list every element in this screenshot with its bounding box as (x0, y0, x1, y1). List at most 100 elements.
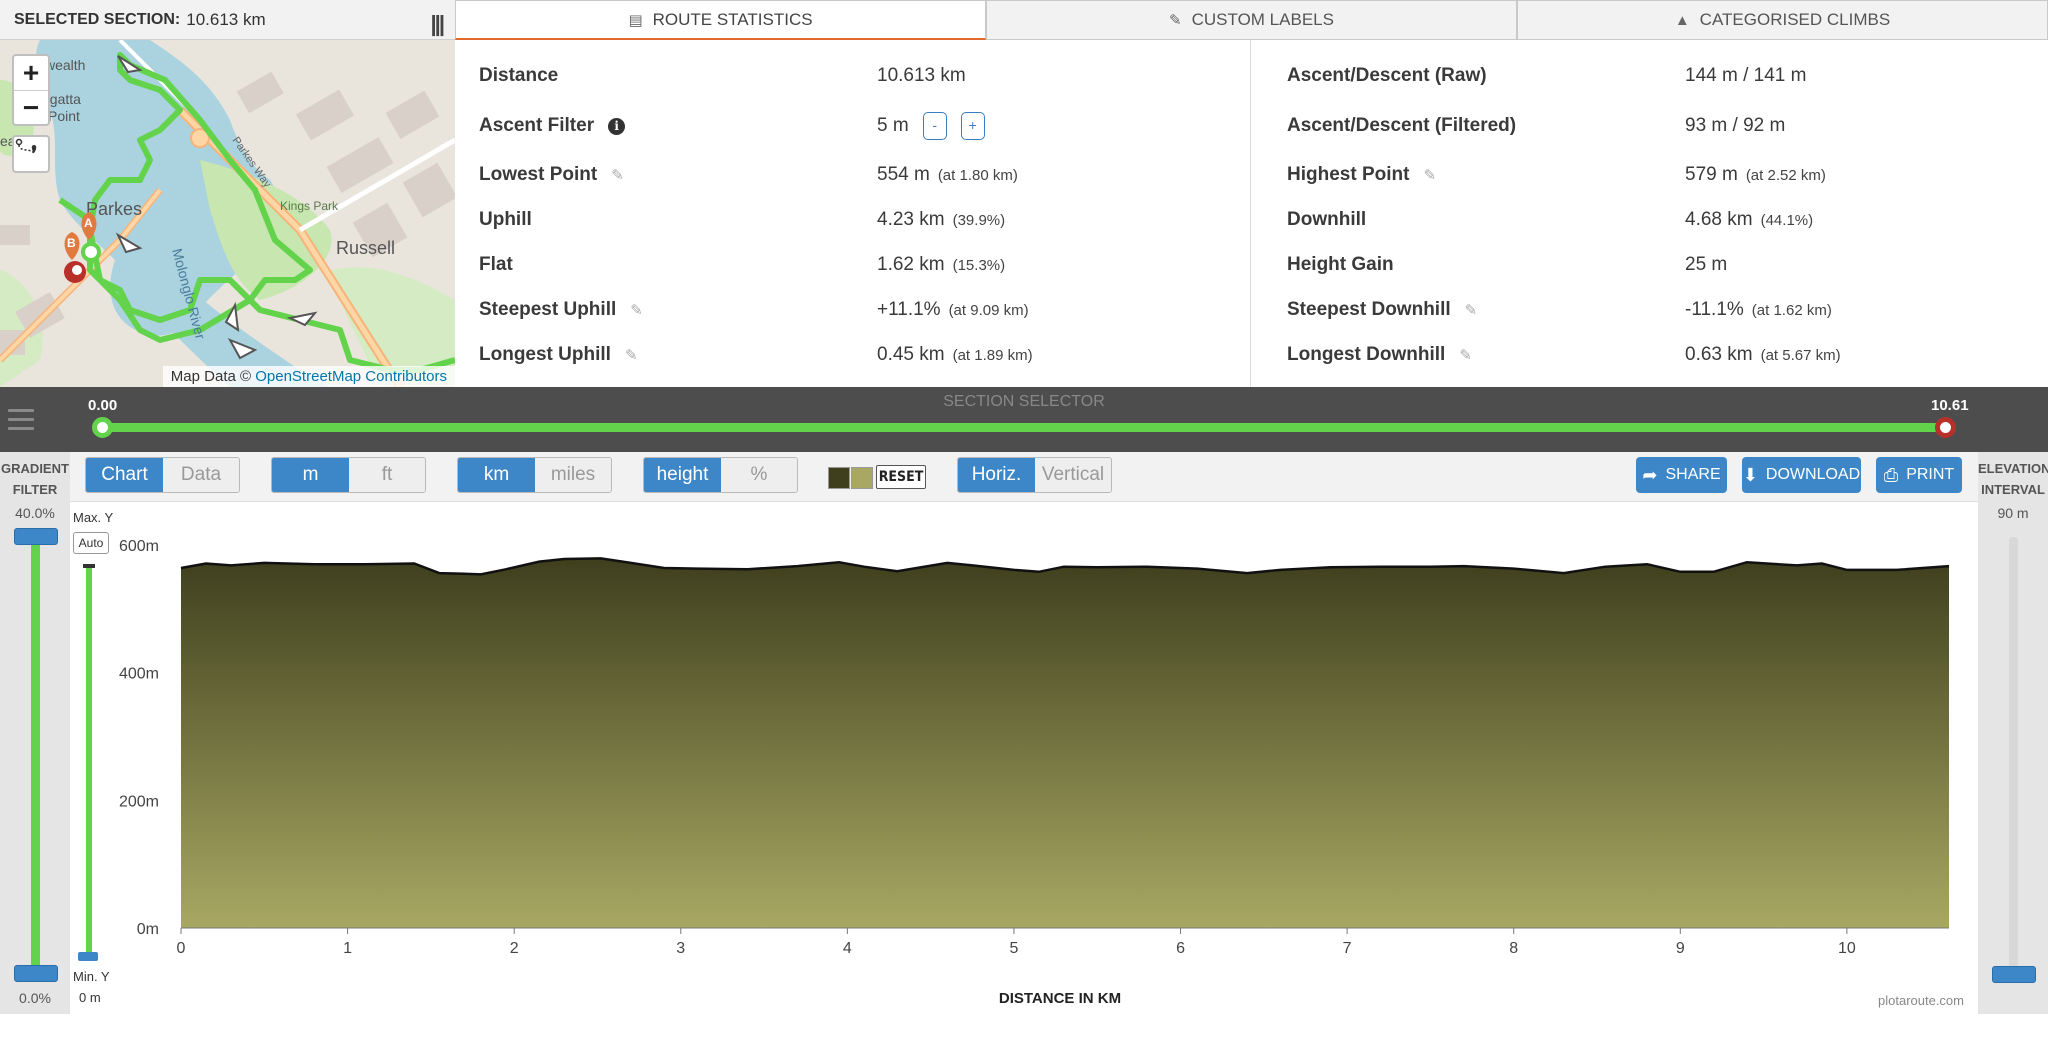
share-button[interactable]: ➦ SHARE (1636, 457, 1727, 493)
gradient-filter-title-line2: FILTER (12, 482, 58, 497)
gradient-filter-max-handle[interactable] (14, 528, 58, 545)
stat-row-flat: Flat 1.62 km (15.3%) (455, 243, 1251, 287)
pencil-icon[interactable]: ✎ (1465, 301, 1478, 319)
stat-value-main: 5 m (877, 115, 909, 136)
selected-section-header: SELECTED SECTION: 10.613 km ||| (0, 0, 455, 40)
ascent-filter-minus-button[interactable]: - (922, 112, 947, 140)
elevation-interval-title: ELEVATION INTERVAL (1978, 458, 2048, 500)
info-icon[interactable]: i (608, 117, 626, 135)
stat-value-extra: (at 9.09 km) (948, 301, 1029, 319)
pencil-icon[interactable]: ✎ (625, 346, 638, 364)
stat-value-extra: (39.9%) (952, 211, 1006, 229)
tab-route-statistics[interactable]: ▤ ROUTE STATISTICS (455, 0, 986, 40)
orientation-vertical-button[interactable]: Vertical (1035, 458, 1111, 492)
view-toggle: Chart Data (85, 457, 240, 493)
map-label-kings-park: Kings Park (280, 199, 339, 213)
stat-value-main: +11.1% (877, 299, 941, 320)
elevation-chart-panel: Chart Data m ft km miles height % RESET … (70, 452, 1978, 1014)
ascent-filter-plus-button[interactable]: + (960, 112, 985, 140)
stat-row-steepest-uphill: Steepest Uphill ✎ +11.1% (at 9.09 km) (455, 288, 1251, 332)
units-km-button[interactable]: km (458, 458, 535, 492)
color-swatch-dark[interactable] (828, 467, 850, 489)
stat-value: 25 m (1685, 254, 1727, 276)
tab-categorised-climbs[interactable]: ▲ CATEGORISED CLIMBS (1517, 0, 2048, 40)
x-tick-label: 2 (510, 940, 519, 957)
stat-row-ascent-filtered: Ascent/Descent (Filtered) 93 m / 92 m (1263, 104, 2048, 148)
stat-value: +11.1% (at 9.09 km) (877, 299, 1029, 321)
units-ft-button[interactable]: ft (349, 458, 425, 492)
stat-value-main: 10.613 km (877, 65, 966, 86)
color-swatch-light[interactable] (851, 467, 873, 489)
download-label: DOWNLOAD (1765, 466, 1861, 483)
route-tool-icon (15, 138, 37, 156)
stat-value-extra: (at 1.80 km) (937, 166, 1018, 184)
route-map[interactable]: wealth egatta Point ea Parkes Russell Ki… (0, 40, 455, 387)
x-tick-label: 4 (843, 940, 852, 957)
section-start-handle[interactable] (92, 417, 113, 438)
zoom-in-button[interactable]: + (14, 56, 48, 90)
pencil-icon[interactable]: ✎ (611, 166, 624, 184)
view-chart-button[interactable]: Chart (86, 458, 163, 492)
section-end-handle[interactable] (1935, 417, 1956, 438)
stat-row-highest-point: Highest Point ✎ 579 m (at 2.52 km) (1263, 153, 2048, 197)
stat-label: Lowest Point (479, 164, 598, 185)
y-tick-label: 400m (119, 666, 159, 683)
stat-label: Steepest Downhill (1287, 299, 1451, 320)
share-icon: ➦ (1642, 464, 1658, 485)
stat-value-extra: (at 5.67 km) (1760, 346, 1841, 364)
pencil-icon: ✎ (1169, 12, 1182, 29)
elevation-interval-track[interactable] (2009, 537, 2018, 967)
distance-units-toggle: km miles (457, 457, 612, 493)
elevation-chart[interactable]: 600m 400m 200m 0m 0 1 2 3 4 5 6 7 8 9 10 (70, 502, 1978, 1014)
selected-section-label: SELECTED SECTION: (14, 10, 181, 28)
tab-custom-labels-label: CUSTOM LABELS (1191, 10, 1334, 29)
x-tick-label: 9 (1676, 940, 1685, 957)
stat-row-downhill: Downhill 4.68 km (44.1%) (1263, 198, 2048, 242)
units-miles-button[interactable]: miles (535, 458, 611, 492)
stat-label-wrap: Longest Downhill ✎ (1287, 344, 1472, 366)
stat-row-uphill: Uphill 4.23 km (39.9%) (455, 198, 1251, 242)
stat-value-main: 0.45 km (877, 344, 945, 365)
map-canvas[interactable]: wealth egatta Point ea Parkes Russell Ki… (0, 40, 455, 387)
stat-value: 4.68 km (44.1%) (1685, 209, 1813, 231)
stat-value: 144 m / 141 m (1685, 65, 1806, 87)
route-tool-button[interactable] (14, 137, 48, 171)
stat-value-main: 579 m (1685, 164, 1738, 185)
stat-row-longest-uphill: Longest Uphill ✎ 0.45 km (at 1.89 km) (455, 333, 1251, 377)
reset-colors-button[interactable]: RESET (876, 465, 926, 489)
gradient-filter-panel: GRADIENT FILTER 40.0% 0.0% (0, 452, 70, 1014)
mode-percent-button[interactable]: % (721, 458, 797, 492)
gradient-filter-min-handle[interactable] (14, 965, 58, 982)
elevation-interval-value: 90 m (1997, 505, 2029, 521)
zoom-out-button[interactable]: − (14, 90, 48, 124)
pencil-icon[interactable]: ✎ (1423, 166, 1436, 184)
tab-custom-labels[interactable]: ✎ CUSTOM LABELS (986, 0, 1517, 40)
stat-label: Longest Downhill (1287, 344, 1446, 365)
print-button[interactable]: ⎙ PRINT (1876, 457, 1962, 493)
pencil-icon[interactable]: ✎ (1459, 346, 1472, 364)
mode-height-button[interactable]: height (644, 458, 721, 492)
osm-link[interactable]: OpenStreetMap Contributors (255, 368, 447, 385)
elevation-interval-handle[interactable] (1992, 966, 2036, 983)
pencil-icon[interactable]: ✎ (630, 301, 643, 319)
units-m-button[interactable]: m (272, 458, 349, 492)
stat-label: Ascent Filter (479, 115, 595, 136)
orientation-horiz-button[interactable]: Horiz. (958, 458, 1035, 492)
view-data-button[interactable]: Data (163, 458, 239, 492)
stat-value: 93 m / 92 m (1685, 115, 1785, 137)
start-marker[interactable] (81, 242, 101, 262)
download-button[interactable]: ⬇ DOWNLOAD (1742, 457, 1861, 493)
section-selector: SECTION SELECTOR 0.00 10.61 (0, 387, 2048, 452)
download-icon: ⬇ (1742, 464, 1758, 485)
stat-row-ascent-raw: Ascent/Descent (Raw) 144 m / 141 m (1263, 54, 2048, 98)
gradient-filter-track[interactable] (31, 532, 40, 972)
x-tick-label: 0 (177, 940, 186, 957)
map-attribution: Map Data © OpenStreetMap Contributors (162, 366, 455, 387)
stats-right-column: Ascent/Descent (Raw) 144 m / 141 m Ascen… (1263, 40, 2048, 387)
height-units-toggle: m ft (271, 457, 426, 493)
columns-icon[interactable]: ||| (431, 11, 446, 37)
stat-value-main: 144 m / 141 m (1685, 65, 1807, 86)
section-slider-track[interactable] (102, 423, 1945, 432)
hamburger-icon[interactable] (8, 409, 34, 436)
stat-value: 554 m (at 1.80 km) (877, 164, 1018, 186)
